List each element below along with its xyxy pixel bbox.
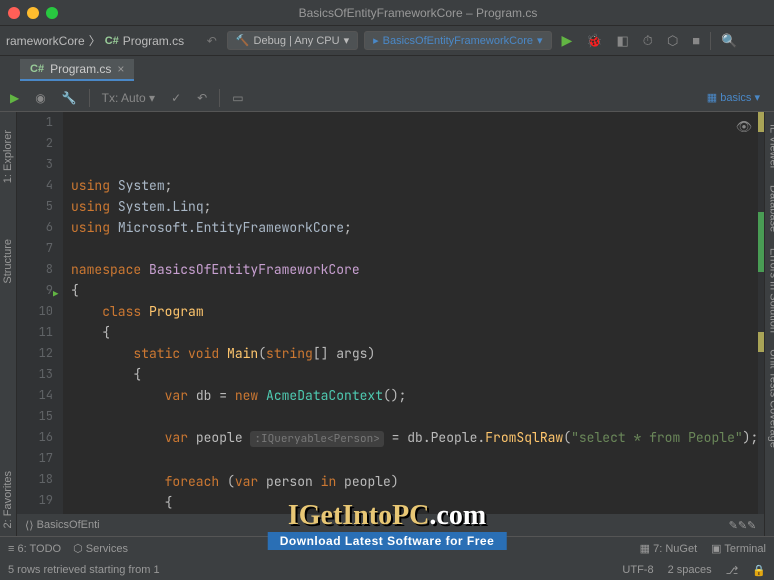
db-toolbar: ▶ ◉ 🔧 Tx: Auto ▾ ✓ ↶ ▭ ▦ basics ▾: [0, 84, 774, 112]
explain-button[interactable]: ▭: [228, 89, 247, 107]
structure-tab[interactable]: Structure: [0, 231, 16, 292]
services-tab[interactable]: ⬡ Services: [73, 542, 128, 555]
context-selector[interactable]: ▦ basics ▾: [707, 91, 760, 104]
lock-icon[interactable]: 🔒: [752, 564, 766, 577]
nuget-tab[interactable]: ▦ 7: NuGet: [640, 542, 697, 555]
debug-button[interactable]: 🐞: [582, 33, 606, 49]
explorer-tab[interactable]: 1: Explorer: [0, 122, 16, 191]
maximize-window-button[interactable]: [46, 7, 58, 19]
status-message: 5 rows retrieved starting from 1: [8, 564, 160, 576]
il-viewer-tab[interactable]: IL Viewer: [765, 116, 774, 177]
close-tab-button[interactable]: ×: [117, 62, 124, 76]
code-editor[interactable]: 12345678▶91011121314151617181920 👁 using…: [17, 112, 764, 514]
run-button[interactable]: ▶: [558, 32, 577, 49]
nav-bar: rameworkCore 〉 C# Program.cs ↶ 🔨 Debug |…: [0, 26, 774, 56]
inspections-icon[interactable]: 👁: [736, 116, 753, 137]
right-tool-tabs: IL Viewer Database Errors In Solution Un…: [764, 112, 774, 536]
status-message-bar: 5 rows retrieved starting from 1 UTF-8 2…: [0, 560, 774, 580]
search-button[interactable]: 🔍: [717, 33, 741, 49]
favorites-tab[interactable]: 2: Favorites: [0, 463, 16, 536]
coverage-button[interactable]: ◧: [613, 33, 633, 49]
settings-button[interactable]: 🔧: [58, 89, 81, 107]
editor-tabs: C# Program.cs ×: [0, 56, 774, 84]
file-tab[interactable]: C# Program.cs ×: [20, 59, 134, 81]
watermark: IGetIntoPC.com Download Latest Software …: [268, 500, 507, 550]
csharp-file-icon: C#: [105, 35, 119, 47]
build-config-selector[interactable]: 🔨 Debug | Any CPU ▾: [227, 31, 358, 50]
errors-tab[interactable]: Errors In Solution: [765, 240, 774, 341]
commit-button[interactable]: ✓: [167, 89, 185, 107]
stop-button[interactable]: ■: [688, 33, 704, 48]
tx-mode-selector[interactable]: Tx: Auto ▾: [98, 89, 159, 107]
left-tool-tabs: 1: Explorer Structure 2: Favorites: [0, 112, 17, 536]
code-content[interactable]: 👁 using System;using System.Linq;using M…: [63, 112, 758, 514]
window-controls: [8, 7, 58, 19]
error-stripe[interactable]: [758, 112, 764, 514]
rollback-button[interactable]: ↶: [193, 89, 211, 107]
execute-button[interactable]: ▶: [6, 89, 23, 107]
indent-selector[interactable]: 2 spaces: [668, 564, 712, 576]
dotnet-icon: ▸: [373, 34, 379, 47]
encoding-selector[interactable]: UTF-8: [622, 564, 653, 576]
line-numbers[interactable]: 12345678▶91011121314151617181920: [17, 112, 63, 514]
close-window-button[interactable]: [8, 7, 20, 19]
hammer-icon: 🔨: [236, 34, 250, 47]
breadcrumb-project: rameworkCore: [6, 34, 85, 48]
pencil-icons: ✎✎✎: [729, 519, 757, 532]
chevron-right-icon: 〉: [89, 32, 101, 49]
code-structure-icon: ⟨⟩: [25, 519, 34, 532]
todo-tab[interactable]: ≡ 6: TODO: [8, 543, 61, 555]
profile-button[interactable]: ⏱: [639, 33, 657, 49]
breadcrumb[interactable]: rameworkCore 〉 C# Program.cs: [6, 32, 184, 49]
dropdown-icon: ▾: [537, 34, 543, 47]
csharp-file-icon: C#: [30, 63, 44, 75]
unit-tests-tab[interactable]: Unit Tests Coverage: [765, 341, 774, 456]
breadcrumb-file: Program.cs: [123, 34, 184, 48]
window-title: BasicsOfEntityFrameworkCore – Program.cs: [70, 6, 766, 20]
run-config-selector[interactable]: ▸ BasicsOfEntityFrameworkCore ▾: [364, 31, 551, 50]
attach-button[interactable]: ⬡: [663, 33, 682, 49]
tab-label: Program.cs: [50, 62, 111, 76]
database-tab[interactable]: Database: [765, 177, 774, 240]
nav-back-button[interactable]: ↶: [203, 32, 221, 50]
dropdown-icon: ▾: [344, 34, 350, 47]
title-bar: BasicsOfEntityFrameworkCore – Program.cs: [0, 0, 774, 26]
terminal-tab[interactable]: ▣ Terminal: [711, 542, 766, 555]
stop-query-button[interactable]: ◉: [31, 89, 49, 107]
minimize-window-button[interactable]: [27, 7, 39, 19]
git-branch[interactable]: ⎇: [726, 564, 739, 577]
